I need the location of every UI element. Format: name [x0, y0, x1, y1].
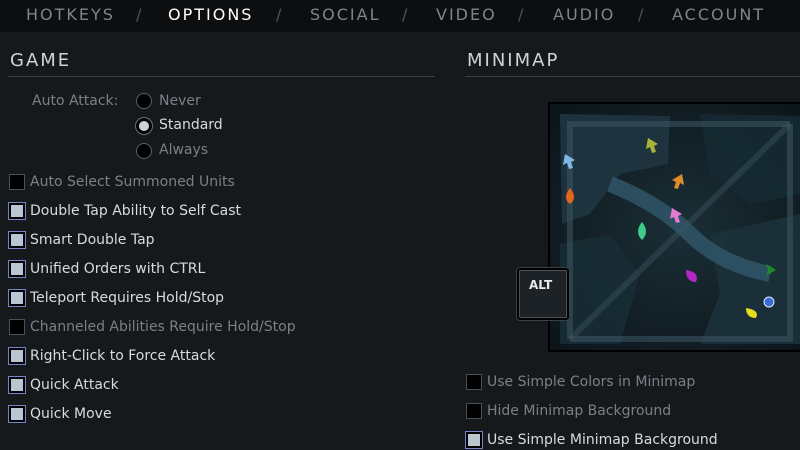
smart-double-tap-label[interactable]: Smart Double Tap: [30, 232, 155, 248]
auto-select-summoned-label[interactable]: Auto Select Summoned Units: [30, 174, 235, 190]
smart-double-tap-checkbox[interactable]: [9, 232, 25, 248]
auto-attack-never-radio[interactable]: [136, 93, 152, 109]
tab-options[interactable]: OPTIONS: [168, 5, 253, 24]
auto-attack-never-label[interactable]: Never: [159, 93, 201, 109]
tab-separator: /: [136, 5, 142, 24]
right-click-force-attack-checkbox[interactable]: [9, 348, 25, 364]
tab-audio[interactable]: AUDIO: [553, 5, 615, 24]
alt-key-label: ALT: [529, 278, 553, 292]
auto-attack-always-label[interactable]: Always: [159, 142, 208, 158]
auto-attack-standard-label[interactable]: Standard: [159, 117, 223, 133]
minimap-map-image: [550, 104, 800, 350]
minimap-section-divider: [465, 76, 800, 77]
simple-minimap-background-label[interactable]: Use Simple Minimap Background: [487, 432, 718, 448]
simple-colors-minimap-checkbox[interactable]: [466, 374, 482, 390]
minimap-section-title: MINIMAP: [467, 50, 560, 71]
quick-move-label[interactable]: Quick Move: [30, 406, 112, 422]
settings-tab-bar: HOTKEYS / OPTIONS / SOCIAL / VIDEO / AUD…: [0, 0, 800, 32]
quick-attack-label[interactable]: Quick Attack: [30, 377, 119, 393]
tab-video[interactable]: VIDEO: [436, 5, 497, 24]
minimap-preview: [548, 102, 800, 352]
right-click-force-attack-label[interactable]: Right-Click to Force Attack: [30, 348, 215, 364]
tab-account[interactable]: ACCOUNT: [672, 5, 765, 24]
tab-hotkeys[interactable]: HOTKEYS: [26, 5, 115, 24]
auto-attack-standard-radio[interactable]: [136, 118, 152, 134]
unified-orders-checkbox[interactable]: [9, 261, 25, 277]
simple-colors-minimap-label[interactable]: Use Simple Colors in Minimap: [487, 374, 695, 390]
simple-minimap-background-checkbox[interactable]: [466, 432, 482, 448]
hide-minimap-background-checkbox[interactable]: [466, 403, 482, 419]
auto-attack-always-radio[interactable]: [136, 143, 152, 159]
blue-circle-icon: [763, 296, 775, 308]
tab-separator: /: [276, 5, 282, 24]
hide-minimap-background-label[interactable]: Hide Minimap Background: [487, 403, 671, 419]
channeled-hold-stop-checkbox[interactable]: [9, 319, 25, 335]
tab-separator: /: [638, 5, 644, 24]
teleport-hold-stop-label[interactable]: Teleport Requires Hold/Stop: [30, 290, 224, 306]
double-tap-self-cast-label[interactable]: Double Tap Ability to Self Cast: [30, 203, 241, 219]
quick-attack-checkbox[interactable]: [9, 377, 25, 393]
unified-orders-label[interactable]: Unified Orders with CTRL: [30, 261, 205, 277]
channeled-hold-stop-label[interactable]: Channeled Abilities Require Hold/Stop: [30, 319, 296, 335]
game-section-divider: [8, 76, 435, 77]
quick-move-checkbox[interactable]: [9, 406, 25, 422]
double-tap-self-cast-checkbox[interactable]: [9, 203, 25, 219]
auto-attack-label: Auto Attack:: [32, 93, 119, 109]
tab-social[interactable]: SOCIAL: [310, 5, 381, 24]
alt-key-badge: ALT: [517, 268, 569, 320]
tab-separator: /: [518, 5, 524, 24]
tab-separator: /: [402, 5, 408, 24]
auto-select-summoned-checkbox[interactable]: [9, 174, 25, 190]
game-section-title: GAME: [10, 50, 72, 71]
teleport-hold-stop-checkbox[interactable]: [9, 290, 25, 306]
